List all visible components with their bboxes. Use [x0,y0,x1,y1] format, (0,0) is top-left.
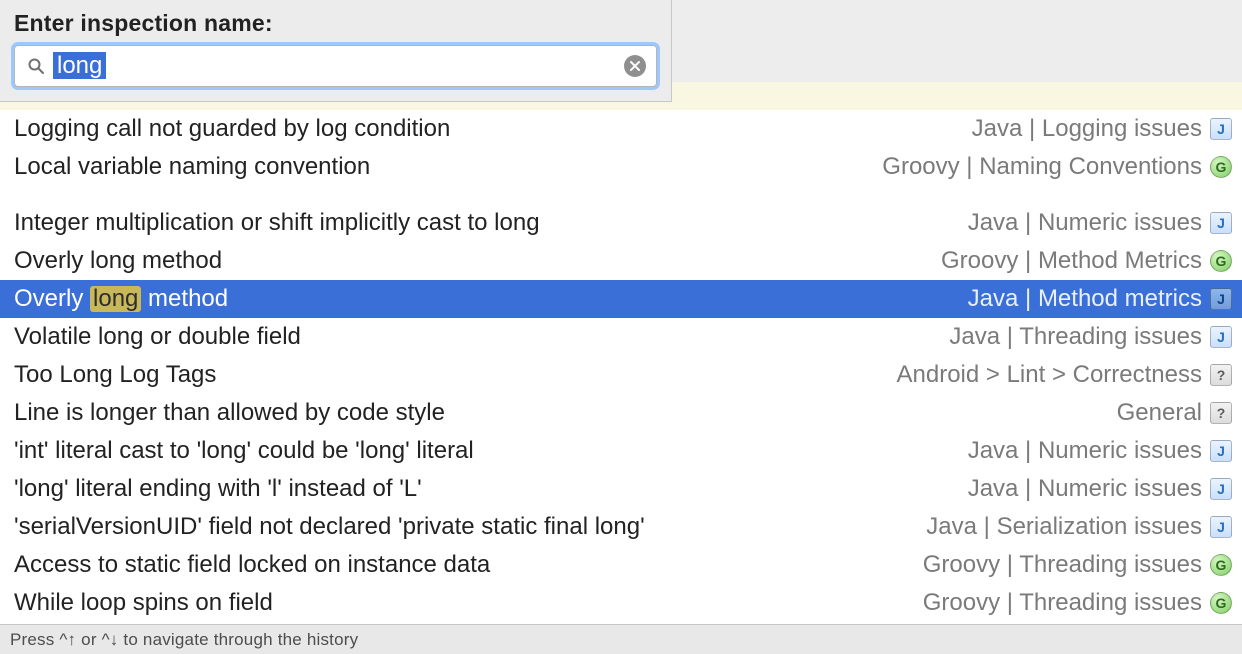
inspection-name: Too Long Log Tags [14,358,216,392]
java-icon: J [1210,516,1232,538]
search-label: Enter inspection name: [14,10,657,37]
inspection-name: 'int' literal cast to 'long' could be 'l… [14,434,474,468]
inspection-category: Java | Numeric issues [968,472,1202,506]
inspection-category: Android > Lint > Correctness [897,358,1203,392]
inspection-name: Access to static field locked on instanc… [14,548,490,582]
groovy-icon: G [1210,250,1232,272]
list-item[interactable]: Integer multiplication or shift implicit… [0,204,1242,242]
list-item[interactable]: 'int' literal cast to 'long' could be 'l… [0,432,1242,470]
inspection-name: Local variable naming convention [14,150,370,184]
java-icon: J [1210,326,1232,348]
search-panel: Enter inspection name: long [0,0,672,102]
inspection-category: Groovy | Threading issues [923,586,1202,620]
inspection-category: Groovy | Method Metrics [941,244,1202,278]
inspection-name: Volatile long or double field [14,320,301,354]
java-icon: J [1210,288,1232,310]
inspection-category: Java | Logging issues [972,112,1202,146]
general-icon: ? [1210,364,1232,386]
inspection-category: Java | Numeric issues [968,434,1202,468]
inspection-name: 'serialVersionUID' field not declared 'p… [14,510,645,544]
results-separator [0,186,1242,204]
list-item[interactable]: 'serialVersionUID' field not declared 'p… [0,508,1242,546]
inspection-name: 'long' literal ending with 'l' instead o… [14,472,422,506]
list-item[interactable]: While loop spins on field Groovy | Thread… [0,584,1242,622]
inspection-name: Overly long method [14,282,228,316]
groovy-icon: G [1210,554,1232,576]
footer-hint: Press ^↑ or ^↓ to navigate through the h… [10,630,358,650]
list-item[interactable]: Local variable naming convention Groovy |… [0,148,1242,186]
inspection-category: Groovy | Threading issues [923,548,1202,582]
inspection-name: Logging call not guarded by log conditio… [14,112,450,146]
footer-hint-bar: Press ^↑ or ^↓ to navigate through the h… [0,624,1242,654]
inspection-category: Java | Method metrics [968,282,1202,316]
list-item[interactable]: Too Long Log Tags Android > Lint > Correc… [0,356,1242,394]
groovy-icon: G [1210,592,1232,614]
inspection-category: Java | Threading issues [949,320,1202,354]
list-item[interactable]: Access to static field locked on instanc… [0,546,1242,584]
java-icon: J [1210,478,1232,500]
inspection-category: Groovy | Naming Conventions [882,150,1202,184]
match-highlight: long [90,286,141,312]
list-item[interactable]: Line is longer than allowed by code styl… [0,394,1242,432]
java-icon: J [1210,118,1232,140]
search-input[interactable]: long [14,45,657,87]
clear-icon[interactable] [624,55,646,77]
groovy-icon: G [1210,156,1232,178]
list-item[interactable]: 'long' literal ending with 'l' instead o… [0,470,1242,508]
inspection-name: Line is longer than allowed by code styl… [14,396,445,430]
search-input-value: long [53,52,624,80]
java-icon: J [1210,440,1232,462]
list-item[interactable]: Overly long method Groovy | Method Metric… [0,242,1242,280]
list-item[interactable]: Overly long method Java | Method metrics J [0,280,1242,318]
search-icon [27,57,45,75]
list-item[interactable]: Logging call not guarded by log conditio… [0,110,1242,148]
inspection-name: Integer multiplication or shift implicit… [14,206,540,240]
inspection-name: While loop spins on field [14,586,273,620]
general-icon: ? [1210,402,1232,424]
java-icon: J [1210,212,1232,234]
inspection-category: Java | Serialization issues [926,510,1202,544]
inspection-category: Java | Numeric issues [968,206,1202,240]
inspection-category: General [1117,396,1202,430]
inspection-name: Overly long method [14,244,222,278]
list-item[interactable]: Volatile long or double field Java | Thre… [0,318,1242,356]
results-list: Logging call not guarded by log conditio… [0,110,1242,624]
